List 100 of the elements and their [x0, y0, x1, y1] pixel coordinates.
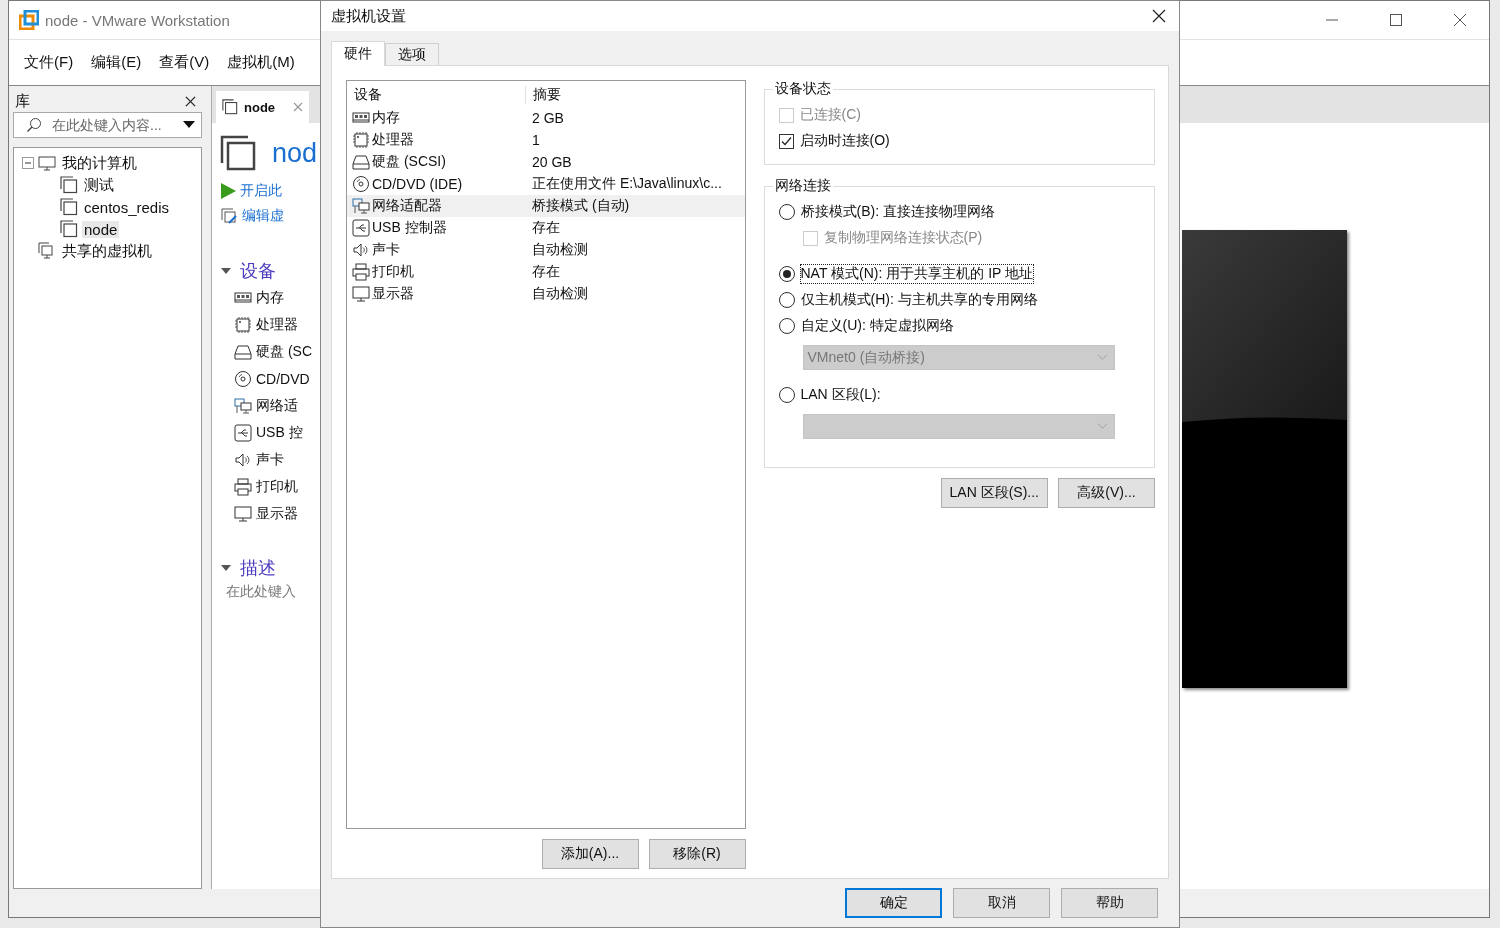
- disc-icon: [234, 369, 252, 388]
- dropdown-icon[interactable]: [183, 121, 195, 129]
- device-row[interactable]: 显示器 自动检测: [347, 283, 745, 305]
- column-header[interactable]: 摘要: [525, 86, 745, 104]
- radio-button[interactable]: [778, 387, 795, 403]
- radio-label[interactable]: 桥接模式(B): 直接连接物理网络: [800, 203, 995, 221]
- processor-icon: [352, 131, 370, 149]
- tree-item[interactable]: 共享的虚拟机: [60, 241, 154, 261]
- radio-label[interactable]: 自定义(U): 特定虚拟网络: [800, 317, 954, 335]
- vm-icon: [220, 135, 256, 171]
- monitor-icon: [352, 285, 370, 303]
- radio-label[interactable]: 仅主机模式(H): 与主机共享的专用网络: [800, 291, 1038, 309]
- radio-label[interactable]: NAT 模式(N): 用于共享主机的 IP 地址: [800, 265, 1034, 283]
- device-row[interactable]: 声卡 自动检测: [347, 239, 745, 261]
- table-cell: 硬盘 (SCSI): [372, 153, 446, 171]
- list-button[interactable]: 添加(A)...: [541, 839, 639, 869]
- chevron-icon: [1096, 423, 1108, 430]
- action-link[interactable]: 编辑虚: [242, 206, 284, 225]
- chevron-icon: [1096, 354, 1108, 361]
- device-item[interactable]: 硬盘 (SC: [256, 342, 312, 361]
- menu-item[interactable]: 虚拟机(M): [218, 53, 304, 72]
- group-title: 设备状态: [773, 80, 832, 98]
- dialog-button[interactable]: 帮助: [1061, 888, 1158, 918]
- close-icon[interactable]: [185, 95, 196, 107]
- device-row[interactable]: 内存 2 GB: [347, 107, 745, 129]
- radio-button[interactable]: [778, 266, 795, 282]
- radio-button[interactable]: [778, 204, 795, 220]
- maximize-icon[interactable]: [1389, 13, 1403, 27]
- device-row[interactable]: 打印机 存在: [347, 261, 745, 283]
- device-item[interactable]: 内存: [256, 288, 284, 307]
- menu-item[interactable]: 查看(V): [150, 53, 219, 72]
- tab[interactable]: 硬件: [331, 41, 385, 66]
- tab[interactable]: 选项: [385, 43, 439, 65]
- checkbox[interactable]: [778, 133, 794, 149]
- device-item[interactable]: 打印机: [256, 477, 298, 496]
- table-cell: 显示器: [372, 285, 414, 303]
- panel-title: 库: [15, 91, 30, 111]
- dialog-title: 虚拟机设置: [331, 6, 406, 26]
- radio-button[interactable]: [778, 318, 795, 334]
- table-cell-text: 存在: [531, 219, 561, 237]
- tree-item[interactable]: 测试: [82, 175, 116, 195]
- dialog-button[interactable]: 确定: [845, 888, 942, 918]
- table-cell-text: 20 GB: [531, 154, 573, 170]
- table-cell-text: 1: [531, 132, 541, 148]
- description-field[interactable]: 在此处键入: [220, 583, 322, 601]
- table-cell: 处理器: [372, 131, 414, 149]
- device-item[interactable]: 处理器: [256, 315, 298, 334]
- device-item[interactable]: 显示器: [256, 504, 298, 523]
- speaker-icon: [352, 241, 370, 259]
- device-row[interactable]: 硬盘 (SCSI) 20 GB: [347, 151, 745, 173]
- tree-item[interactable]: node: [82, 220, 120, 238]
- network-button[interactable]: LAN 区段(S)...: [940, 478, 1048, 508]
- device-item[interactable]: 网络适: [256, 396, 298, 415]
- window-title: node - VMware Workstation: [45, 11, 230, 29]
- shared-vm-icon: [38, 242, 56, 260]
- network-icon: [234, 396, 252, 415]
- device-item[interactable]: CD/DVD: [256, 370, 310, 387]
- device-row[interactable]: CD/DVD (IDE) 正在使用文件 E:\Java\linux\c...: [347, 173, 745, 195]
- edit-icon: [220, 206, 238, 225]
- device-row[interactable]: 网络适配器 桥接模式 (自动): [347, 195, 745, 217]
- group-title: 网络连接: [773, 177, 832, 195]
- table-cell: CD/DVD (IDE): [372, 176, 463, 192]
- device-row[interactable]: 处理器 1: [347, 129, 745, 151]
- monitor-icon: [234, 504, 252, 523]
- menu-item[interactable]: 编辑(E): [82, 53, 151, 72]
- list-button[interactable]: 移除(R): [648, 839, 746, 869]
- section-title: 描述: [240, 557, 276, 580]
- table-cell-text: 自动检测: [531, 241, 589, 259]
- tree-item[interactable]: 我的计算机: [60, 153, 139, 173]
- app-logo-icon: [19, 10, 39, 30]
- play-icon: [220, 182, 236, 199]
- device-item[interactable]: USB 控: [256, 423, 303, 442]
- computer-icon: [38, 154, 56, 172]
- printer-icon: [352, 263, 370, 281]
- search-field[interactable]: 在此处键入内容...: [13, 112, 202, 138]
- vm-tab[interactable]: node: [216, 91, 309, 123]
- table-cell-text: 存在: [531, 263, 561, 281]
- action-link[interactable]: 开启此: [240, 181, 282, 200]
- vm-icon: [60, 220, 78, 238]
- usb-icon: [352, 219, 370, 237]
- column-header[interactable]: 设备: [347, 86, 525, 104]
- close-icon[interactable]: [1453, 13, 1467, 27]
- device-item[interactable]: 声卡: [256, 450, 284, 469]
- device-row[interactable]: USB 控制器 存在: [347, 217, 745, 239]
- network-button[interactable]: 高级(V)...: [1058, 478, 1155, 508]
- radio-label[interactable]: LAN 区段(L):: [800, 386, 881, 404]
- table-cell: USB 控制器: [372, 219, 447, 237]
- close-icon[interactable]: [1152, 9, 1166, 23]
- vm-title: nod: [272, 137, 318, 169]
- radio-button[interactable]: [778, 292, 795, 308]
- dialog-button[interactable]: 取消: [953, 888, 1050, 918]
- table-cell-text: 2 GB: [531, 110, 565, 126]
- drive-icon: [234, 342, 252, 361]
- tree-item[interactable]: centos_redis: [82, 198, 172, 216]
- table-cell: 打印机: [372, 263, 414, 281]
- menu-item[interactable]: 文件(F): [15, 53, 83, 72]
- processor-icon: [234, 315, 252, 334]
- table-cell-text: 桥接模式 (自动): [531, 197, 631, 215]
- checkbox-label[interactable]: 启动时连接(O): [799, 132, 890, 150]
- drive-icon: [352, 153, 370, 171]
